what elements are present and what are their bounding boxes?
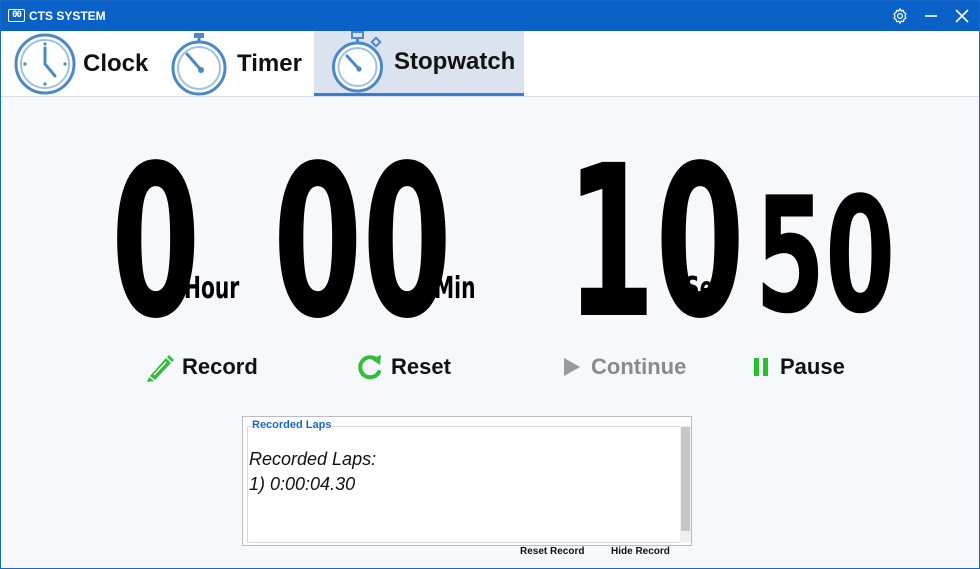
- minimize-button[interactable]: [914, 1, 948, 31]
- timer-icon: [171, 32, 227, 95]
- record-label: Record: [182, 354, 258, 379]
- tab-clock-label: Clock: [83, 49, 149, 77]
- hour-unit-label: Hour: [184, 271, 240, 306]
- minute-unit-label: Min: [434, 271, 476, 306]
- app-icon: 00: [8, 9, 25, 22]
- minutes-display: 00: [273, 120, 452, 365]
- seconds-display: 10: [566, 120, 745, 365]
- app-window: 00 CTS SYSTEM Clock Timer Stopwatch 0 Ho…: [0, 0, 980, 569]
- tab-stopwatch[interactable]: Stopwatch: [314, 31, 524, 96]
- tab-timer[interactable]: Timer: [167, 31, 307, 96]
- pause-button[interactable]: Pause: [750, 349, 845, 385]
- laps-legend: Recorded Laps: [251, 419, 333, 431]
- reset-button[interactable]: Reset: [357, 349, 451, 385]
- pause-label: Pause: [780, 354, 845, 379]
- continue-label: Continue: [591, 354, 687, 379]
- close-button[interactable]: [945, 1, 979, 31]
- recorded-laps-panel: Recorded Laps Recorded Laps: 1) 0:00:04.…: [242, 416, 692, 546]
- reset-label: Reset: [391, 354, 451, 379]
- stopwatch-icon: [332, 31, 383, 93]
- reset-record-button[interactable]: Reset Record: [520, 546, 584, 557]
- record-button[interactable]: Record: [146, 349, 258, 385]
- tab-timer-label: Timer: [237, 49, 302, 77]
- centiseconds-display: 50: [755, 162, 896, 349]
- laps-scroll-thumb[interactable]: [681, 427, 690, 531]
- tab-stopwatch-label: Stopwatch: [394, 48, 516, 75]
- second-unit-label: Sec: [685, 271, 726, 306]
- close-icon: [955, 9, 969, 23]
- play-icon: [564, 358, 580, 376]
- clock-icon: [14, 33, 76, 94]
- tab-bar: Clock Timer Stopwatch: [1, 31, 979, 97]
- hours-display: 0: [111, 120, 201, 365]
- continue-button[interactable]: Continue: [561, 349, 686, 385]
- hide-record-button[interactable]: Hide Record: [611, 546, 670, 557]
- lap-entry: 1) 0:00:04.30: [249, 474, 356, 494]
- minimize-icon: [925, 15, 937, 17]
- title-bar: 00 CTS SYSTEM: [1, 1, 979, 31]
- laps-text-area[interactable]: Recorded Laps: 1) 0:00:04.30: [249, 447, 376, 497]
- pencil-icon: [147, 355, 174, 382]
- settings-button[interactable]: [883, 1, 917, 31]
- pause-icon: [754, 358, 768, 376]
- refresh-icon: [358, 355, 381, 380]
- app-title: CTS SYSTEM: [29, 9, 106, 23]
- gear-icon: [893, 7, 907, 25]
- laps-scrollbar[interactable]: [680, 426, 691, 543]
- laps-heading: Recorded Laps:: [249, 449, 377, 469]
- tab-clock[interactable]: Clock: [13, 31, 158, 96]
